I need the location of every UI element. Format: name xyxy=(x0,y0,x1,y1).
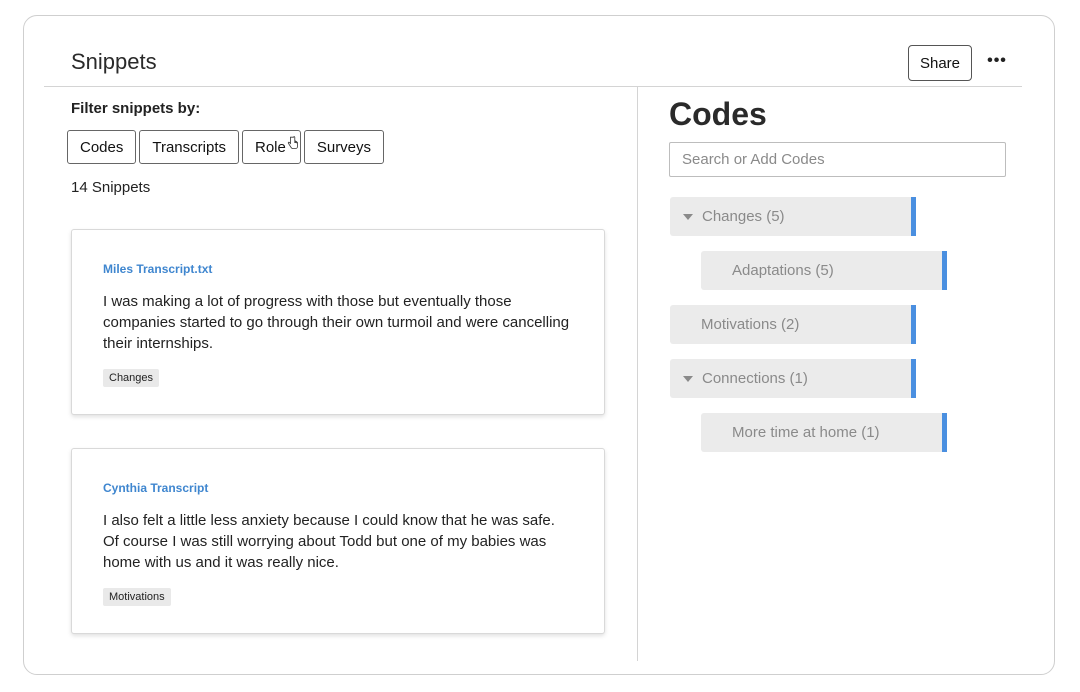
filter-transcripts-button[interactable]: Transcripts xyxy=(139,130,239,164)
share-button[interactable]: Share xyxy=(908,45,972,81)
hand-cursor-icon xyxy=(287,136,298,149)
column-divider xyxy=(637,87,638,661)
code-label: Adaptations (5) xyxy=(732,262,834,279)
snippet-text: I also felt a little less anxiety becaus… xyxy=(103,512,555,571)
page-title: Snippets xyxy=(71,49,157,74)
snippets-window: Snippets Share ••• Filter snippets by: C… xyxy=(23,15,1055,675)
code-label: Motivations (2) xyxy=(701,316,800,333)
snippet-count: 14 Snippets xyxy=(71,179,151,196)
filter-role-button[interactable]: Role xyxy=(241,130,301,164)
filter-surveys-button[interactable]: Surveys xyxy=(303,130,385,164)
filter-label: Filter snippets by: xyxy=(71,100,201,117)
caret-down-icon[interactable] xyxy=(683,213,693,220)
snippet-source-link[interactable]: Cynthia Transcript xyxy=(103,481,573,495)
snippet-code-tag[interactable]: Changes xyxy=(103,369,160,387)
filter-role-label: Role xyxy=(254,138,286,156)
snippet-source-link[interactable]: Miles Transcript.txt xyxy=(103,262,573,276)
code-label: More time at home (1) xyxy=(732,424,880,441)
snippet-code-tag[interactable]: Motivations xyxy=(103,588,171,606)
code-label: Changes (5) xyxy=(702,208,785,225)
code-item-motivations[interactable]: Motivations (2) xyxy=(670,305,916,344)
codes-title: Codes xyxy=(669,96,767,132)
code-item-more-time-at-home[interactable]: More time at home (1) xyxy=(701,413,947,452)
code-label: Connections (1) xyxy=(702,370,808,387)
snippet-card[interactable]: Miles Transcript.txt I was making a lot … xyxy=(71,229,605,415)
code-item-adaptations[interactable]: Adaptations (5) xyxy=(701,251,947,290)
snippet-card[interactable]: Cynthia Transcript I also felt a little … xyxy=(71,448,605,634)
code-item-connections[interactable]: Connections (1) xyxy=(670,359,916,398)
caret-down-icon[interactable] xyxy=(683,375,693,382)
codes-search-input[interactable] xyxy=(669,142,1006,177)
filter-button-group: Codes Transcripts Role Surveys xyxy=(67,130,385,164)
more-options-icon[interactable]: ••• xyxy=(984,48,1010,74)
filter-codes-button[interactable]: Codes xyxy=(67,130,137,164)
snippet-text: I was making a lot of progress with thos… xyxy=(103,293,570,352)
header-divider xyxy=(44,86,1022,87)
code-item-changes[interactable]: Changes (5) xyxy=(670,197,916,236)
